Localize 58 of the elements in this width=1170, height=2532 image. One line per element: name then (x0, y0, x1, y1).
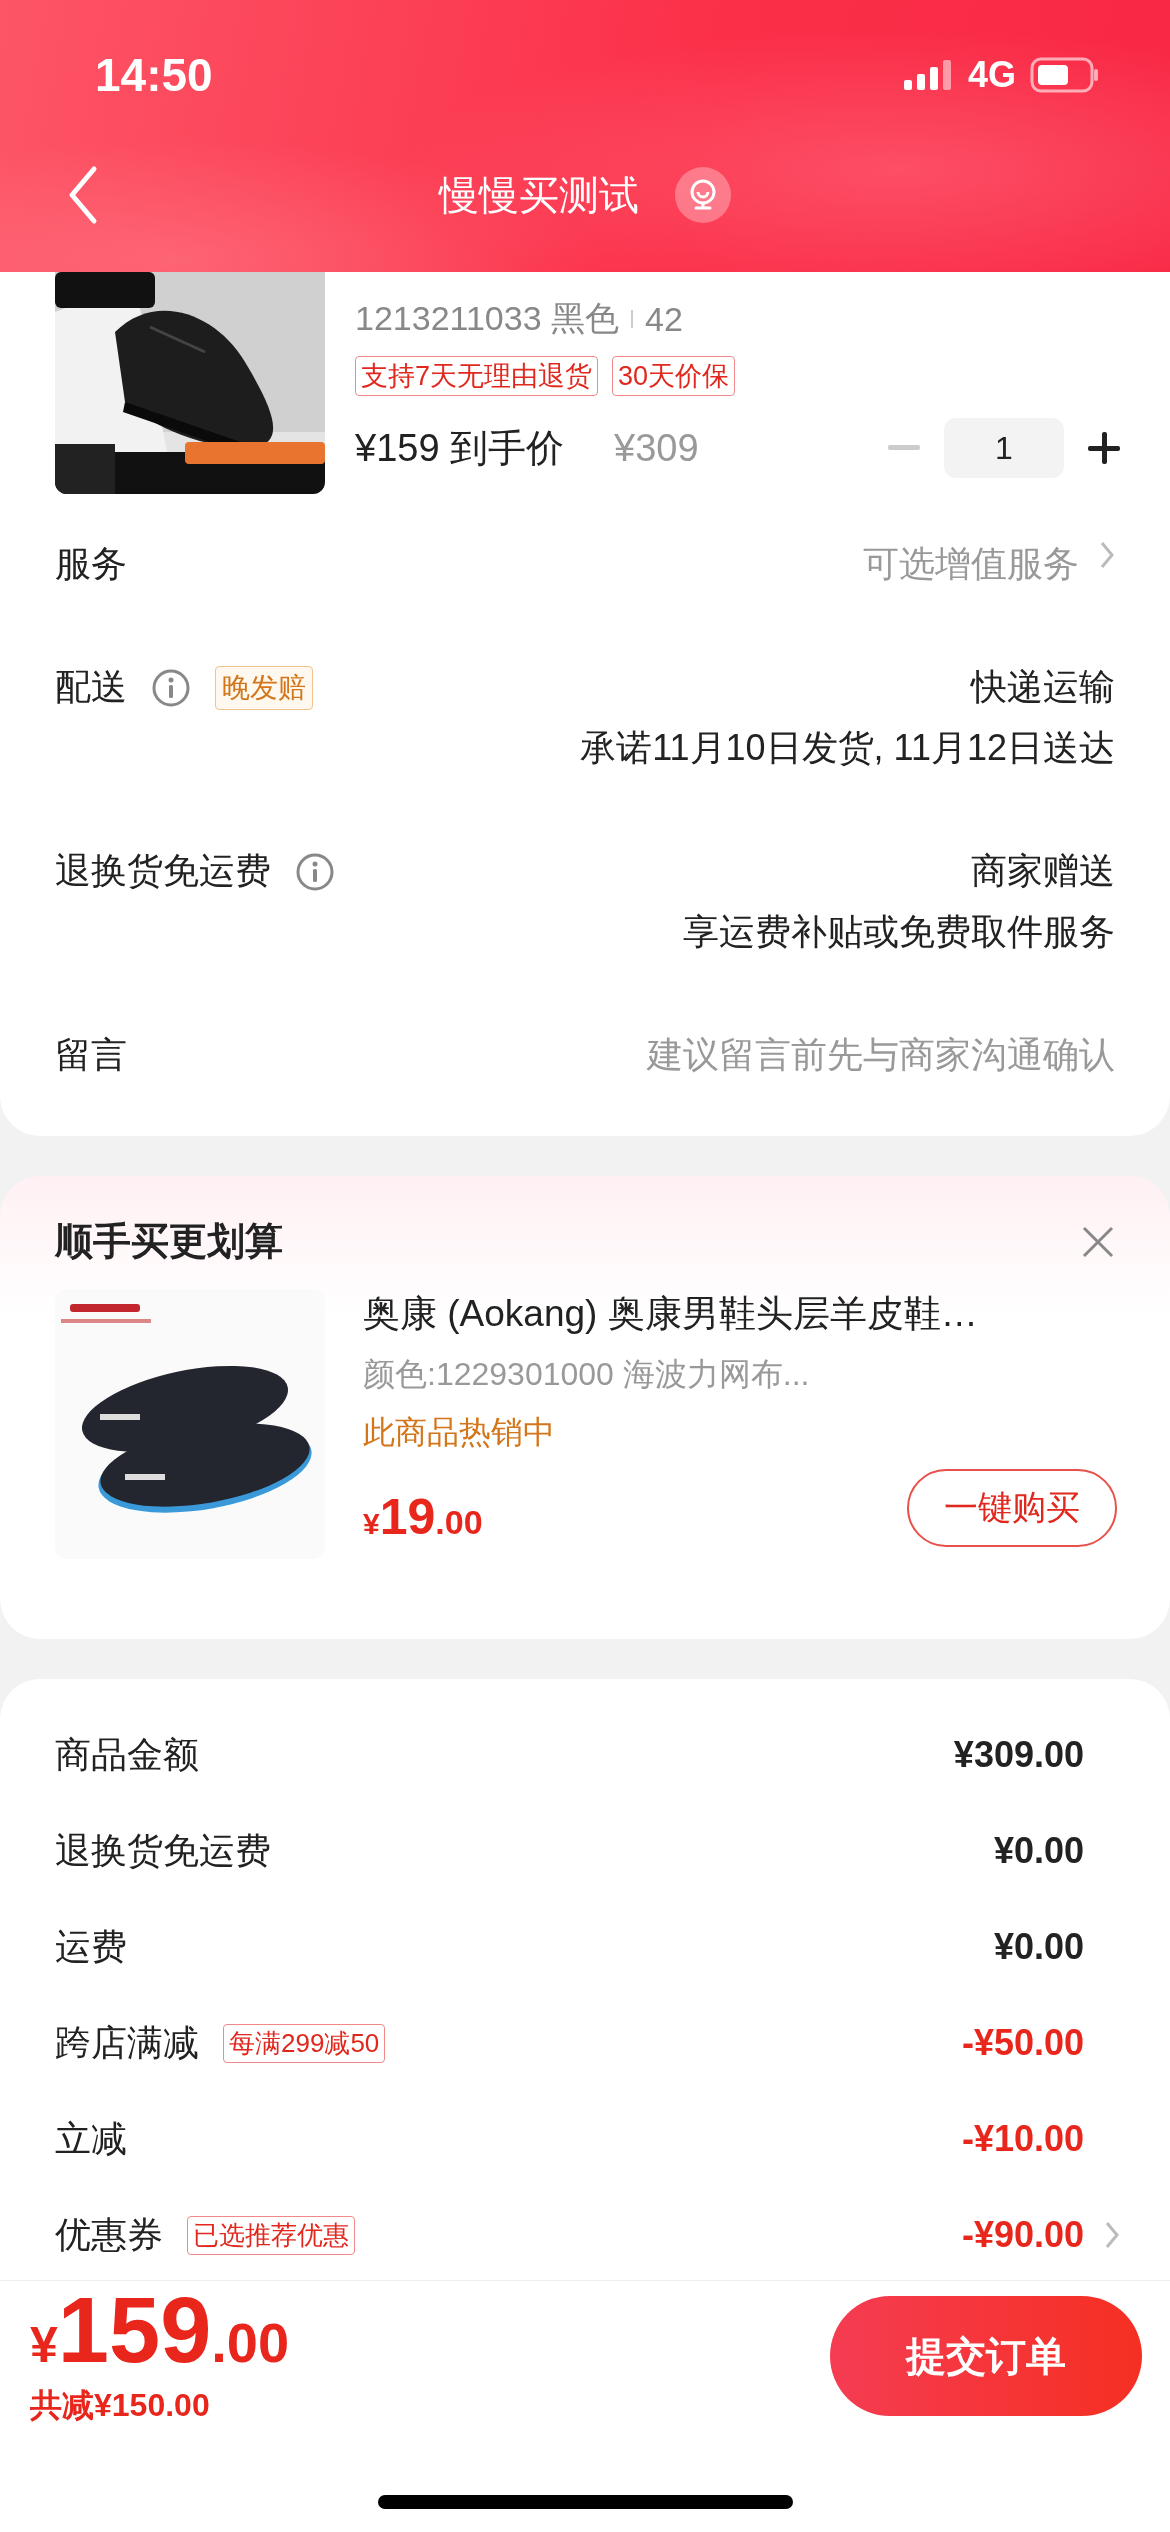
service-tag: 30天价保 (612, 356, 736, 396)
buy-now-button[interactable]: 一键购买 (907, 1469, 1117, 1547)
network-label: 4G (967, 54, 1016, 96)
row-label: 优惠券 (55, 2212, 163, 2257)
amount: -¥90.00 (961, 2220, 1084, 2250)
row-label: 配送 (55, 665, 127, 709)
row-label: 运费 (55, 1924, 127, 1969)
row-label: 服务 (55, 542, 127, 586)
section-title: 顺手买更划算 (55, 1219, 283, 1264)
amount: ¥309.00 (953, 1740, 1084, 1770)
row-label: 退换货免运费 (55, 849, 271, 893)
total-price: 159 (57, 2284, 212, 2376)
price-decimals: .00 (211, 2315, 290, 2371)
product-title[interactable]: 奥康 (Aokang) 奥康男鞋头层羊皮鞋… (363, 1289, 1115, 1339)
row-value: 承诺11月10日发货, 11月12日送达 (580, 726, 1115, 770)
hot-sale-label: 此商品热销中 (363, 1413, 556, 1452)
currency-sign: ¥ (30, 2320, 58, 2370)
row-value: 享运费补贴或免费取件服务 (683, 910, 1115, 954)
price-decimals: .00 (435, 1503, 483, 1542)
product-size: 42 (645, 299, 683, 339)
chevron-icon[interactable] (1099, 540, 1115, 570)
total-discount: 共减¥150.00 (30, 2386, 211, 2425)
close-icon[interactable] (1081, 1224, 1115, 1259)
info-icon[interactable] (151, 667, 191, 708)
row-label: 商品金额 (55, 1732, 199, 1777)
row-label: 退换货免运费 (55, 1828, 271, 1873)
final-price: ¥159 到手价 (355, 425, 565, 471)
amount: -¥50.00 (961, 2028, 1084, 2058)
submit-order-button[interactable]: 提交订单 (830, 2296, 1142, 2416)
product-spec: 1213211033 黑色 (355, 298, 619, 339)
row-label: 留言 (55, 1033, 127, 1077)
amount: -¥10.00 (961, 2124, 1084, 2154)
price-integer: 19 (379, 1488, 436, 1546)
row-value: 可选增值服务 (863, 542, 1079, 586)
amount: ¥0.00 (993, 1932, 1084, 1962)
chevron-icon[interactable] (1104, 2220, 1120, 2250)
promo-tag: 已选推荐优惠 (187, 2215, 355, 2255)
info-icon[interactable] (295, 851, 335, 892)
row-value: 快递运输 (971, 665, 1115, 709)
late-compensation-badge: 晚发赔 (215, 665, 313, 710)
pin-icon[interactable] (675, 167, 731, 223)
signal-icon (903, 60, 954, 90)
row-value: 商家赠送 (971, 849, 1115, 893)
currency-sign: ¥ (363, 1507, 380, 1541)
original-price: ¥309 (614, 426, 699, 470)
product-spec: 颜色:1229301000 海波力网布... (363, 1355, 811, 1394)
promo-tag: 每满299减50 (223, 2023, 386, 2063)
status-time: 14:50 (95, 48, 213, 102)
row-label: 跨店满减 (55, 2020, 199, 2065)
service-row[interactable]: 服务 可选增值服务 (55, 502, 1115, 625)
quantity-field[interactable]: 1 (944, 418, 1064, 478)
battery-icon (1030, 57, 1100, 93)
page-title: 慢慢买测试 (439, 171, 639, 219)
amount: ¥0.00 (993, 1836, 1084, 1866)
row-value: 建议留言前先与商家沟通确认 (647, 1033, 1115, 1077)
row-label: 立减 (55, 2116, 127, 2161)
plus-icon[interactable] (1088, 432, 1120, 464)
service-tag: 支持7天无理由退货 (355, 356, 599, 396)
